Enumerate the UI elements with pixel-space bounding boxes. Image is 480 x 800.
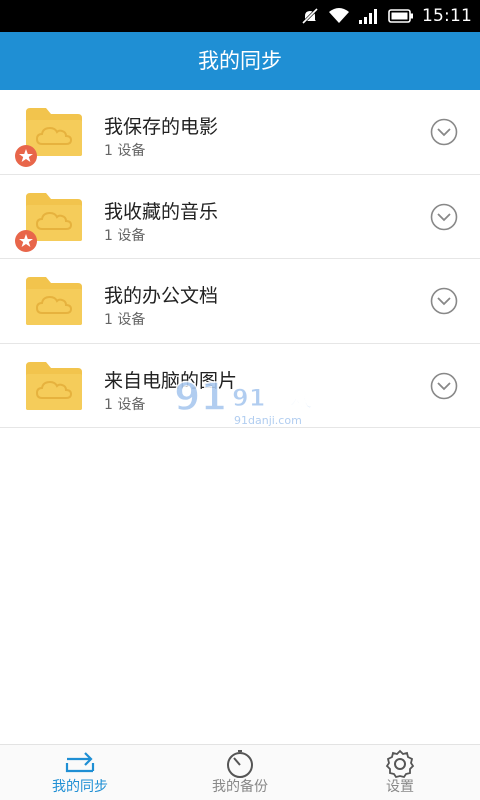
- folder-cloud-icon: [26, 277, 82, 325]
- watermark-logo: 91 91游戏 91danji.com: [173, 374, 312, 427]
- wifi-icon: [328, 7, 350, 25]
- svg-text:91: 91: [174, 375, 227, 419]
- item-subtitle: 1 设备: [104, 396, 146, 413]
- title-bar: 我的同步: [0, 32, 480, 90]
- item-name: 我保存的电影: [104, 116, 219, 138]
- tab-settings[interactable]: 设置: [320, 745, 480, 800]
- status-time: 15:11: [422, 6, 472, 26]
- tab-label: 我的同步: [52, 779, 108, 795]
- star-badge-icon: [15, 229, 37, 252]
- backup-timer-icon: [227, 750, 253, 778]
- sync-icon: [65, 752, 95, 773]
- tab-my-sync[interactable]: 我的同步: [0, 745, 160, 800]
- watermark-site-text: 91danji.com: [234, 414, 302, 427]
- tab-label: 设置: [386, 779, 414, 795]
- list-item[interactable]: 我收藏的音乐 1 设备: [0, 175, 480, 259]
- list-item[interactable]: 我的办公文档 1 设备: [0, 259, 480, 344]
- status-bar: 15:11: [0, 0, 480, 32]
- chevron-down-icon[interactable]: [430, 203, 458, 231]
- item-name: 我的办公文档: [104, 285, 219, 307]
- star-badge-icon: [15, 145, 37, 167]
- status-icons: 15:11: [300, 0, 472, 32]
- signal-icon: [358, 8, 380, 24]
- battery-icon: [388, 9, 414, 23]
- chevron-down-icon[interactable]: [430, 372, 458, 400]
- item-subtitle: 1 设备: [104, 312, 146, 328]
- list-item[interactable]: 我保存的电影 1 设备: [0, 90, 480, 175]
- item-name: 我收藏的音乐: [104, 200, 219, 223]
- tab-label: 我的备份: [212, 779, 268, 795]
- item-subtitle: 1 设备: [104, 143, 146, 159]
- tab-my-backup[interactable]: 我的备份: [160, 745, 320, 800]
- item-subtitle: 1 设备: [104, 227, 146, 244]
- page-title: 我的同步: [198, 49, 282, 73]
- folder-cloud-icon: [26, 361, 82, 410]
- gear-icon: [385, 749, 415, 779]
- mute-icon: [300, 6, 320, 26]
- chevron-down-icon[interactable]: [430, 118, 458, 146]
- bottom-nav: 我的同步 我的备份 设置: [0, 744, 480, 800]
- chevron-down-icon[interactable]: [430, 287, 458, 315]
- watermark-brand-text: 91游戏: [232, 384, 312, 412]
